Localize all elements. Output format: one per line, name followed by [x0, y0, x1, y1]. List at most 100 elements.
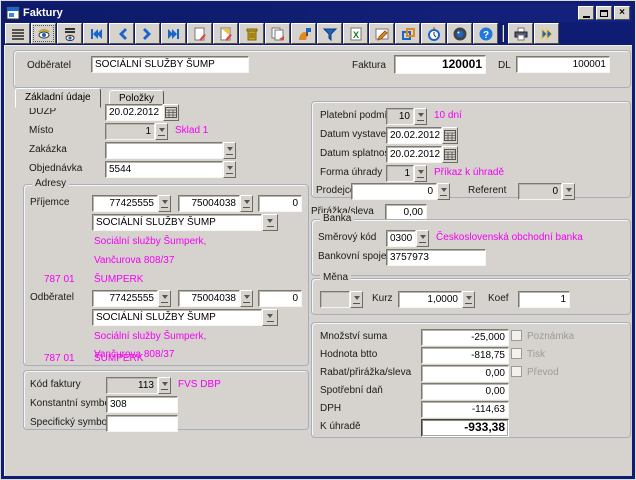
koef-input[interactable]: 1: [518, 291, 570, 308]
mena-currency-input[interactable]: [320, 291, 350, 308]
zakazka-spinner[interactable]: [223, 142, 236, 159]
prijemce-code3-input[interactable]: 0: [258, 195, 302, 212]
toolbar-next-record-button[interactable]: [135, 23, 160, 44]
misto-label: Místo: [29, 125, 53, 136]
toolbar-data-grid-button[interactable]: [5, 23, 30, 44]
objednavka-input[interactable]: 5544: [105, 161, 223, 178]
toolbar-browse-button[interactable]: [31, 23, 56, 44]
mena-currency-spinner[interactable]: [350, 291, 363, 308]
prijemce-code2-spinner[interactable]: [240, 195, 253, 212]
toolbar-print-button[interactable]: [508, 23, 533, 44]
toolbar-copy-record-button[interactable]: [265, 23, 290, 44]
konstantni-symbol-input[interactable]: 308: [106, 396, 178, 413]
tab-zakladni-udaje[interactable]: Základní údaje: [15, 88, 101, 108]
toolbar-attachments-button[interactable]: [395, 23, 420, 44]
toolbar-filter-button[interactable]: [317, 23, 342, 44]
bankovni-spojeni-input[interactable]: 3757973: [386, 249, 486, 266]
tisk-checkbox-label: Tisk: [527, 349, 545, 360]
datum-splatnosti-calendar-button[interactable]: [442, 146, 458, 163]
prevod-checkbox[interactable]: [511, 366, 522, 377]
dph-field: -114,63: [421, 401, 509, 418]
datum-vystaveni-calendar-button[interactable]: [442, 127, 458, 144]
specificky-symbol-label: Specifický symbol: [30, 417, 109, 428]
titlebar[interactable]: Faktury ×: [4, 4, 632, 22]
specificky-symbol-input[interactable]: [106, 415, 178, 432]
zakazka-input[interactable]: [105, 142, 223, 159]
prodejce-input[interactable]: 0: [351, 183, 437, 200]
toolbar-first-record-button[interactable]: [83, 23, 108, 44]
toolbar-snapshot-button[interactable]: [447, 23, 472, 44]
odberatel-code1-spinner[interactable]: [158, 290, 171, 307]
toolbar-view-button[interactable]: [57, 23, 82, 44]
toolbar-edit-record-button[interactable]: [213, 23, 238, 44]
odberatel-code2-spinner[interactable]: [240, 290, 253, 307]
calendar-icon: [444, 149, 456, 160]
odberatel-header-input[interactable]: SOCIÁLNÍ SLUŽBY ŠUMP: [91, 56, 249, 73]
referent-spinner[interactable]: [562, 183, 575, 200]
duzp-input[interactable]: 20.02.2012: [105, 104, 163, 121]
toolbar-post-record-button[interactable]: [291, 23, 316, 44]
datum-vystaveni-label: Datum vystavení: [320, 129, 394, 140]
prodejce-spinner[interactable]: [437, 183, 450, 200]
misto-hint: Sklad 1: [175, 125, 208, 136]
odberatel-code3-input[interactable]: 0: [258, 290, 302, 307]
minimize-button[interactable]: [578, 6, 594, 20]
poznamka-checkbox[interactable]: [511, 330, 522, 341]
odberatel-code2-input[interactable]: 75004038: [178, 290, 240, 307]
next-record-icon: [140, 26, 156, 42]
prijemce-code2-input[interactable]: 75004038: [178, 195, 240, 212]
tisk-checkbox[interactable]: [511, 348, 522, 359]
maximize-button[interactable]: [596, 6, 612, 20]
toolbar-notes-button[interactable]: [369, 23, 394, 44]
smerovy-kod-input[interactable]: 0300: [386, 230, 416, 247]
toolbar-delete-record-button[interactable]: [239, 23, 264, 44]
close-button[interactable]: ×: [614, 6, 630, 20]
toolbar-history-button[interactable]: [421, 23, 446, 44]
odberatel-name-input[interactable]: SOCIÁLNÍ SLUŽBY ŠUMP: [92, 309, 262, 326]
objednavka-label: Objednávka: [29, 163, 82, 174]
prijemce-name-dropdown[interactable]: [262, 214, 278, 231]
odberatel-name-dropdown[interactable]: [262, 309, 278, 326]
bankovni-spojeni-label: Bankovní spojení: [318, 251, 395, 262]
odberatel-code1-input[interactable]: 77425555: [92, 290, 158, 307]
kod-faktury-input[interactable]: 113: [106, 377, 158, 394]
odberatel-header-label: Odběratel: [27, 60, 71, 71]
forma-uhrady-label: Forma úhrady: [320, 167, 382, 178]
objednavka-spinner[interactable]: [223, 161, 236, 178]
view-icon: [62, 26, 78, 42]
misto-input[interactable]: 1: [105, 123, 155, 140]
toolbar-help-button[interactable]: ?: [473, 23, 498, 44]
prijemce-name-input[interactable]: SOCIÁLNÍ SLUŽBY ŠUMP: [92, 214, 262, 231]
prijemce-code1-input[interactable]: 77425555: [92, 195, 158, 212]
svg-text:X: X: [352, 30, 358, 40]
last-record-icon: [166, 26, 182, 42]
toolbar-more-tools-button[interactable]: [534, 23, 559, 44]
kod-faktury-spinner[interactable]: [158, 377, 171, 394]
misto-spinner[interactable]: [155, 123, 168, 140]
smerovy-kod-spinner[interactable]: [416, 230, 429, 247]
filter-icon: [322, 26, 338, 42]
datum-splatnosti-input[interactable]: 20.02.2012: [386, 146, 442, 163]
prevod-checkbox-label: Převod: [527, 367, 559, 378]
kurz-input[interactable]: 1,0000: [398, 291, 462, 308]
toolbar-export-excel-button[interactable]: X: [343, 23, 368, 44]
datum-vystaveni-input[interactable]: 20.02.2012: [386, 127, 442, 144]
platebni-podminka-spinner[interactable]: [414, 108, 427, 125]
forma-uhrady-spinner[interactable]: [414, 165, 427, 182]
dl-number-field[interactable]: 100001: [516, 56, 610, 73]
zakazka-label: Zakázka: [29, 144, 67, 155]
forma-uhrady-input[interactable]: 1: [386, 165, 414, 182]
odberatel-section-label: Odběratel: [30, 292, 74, 303]
toolbar-previous-record-button[interactable]: [109, 23, 134, 44]
minimize-icon: [583, 16, 590, 18]
prijemce-code1-spinner[interactable]: [158, 195, 171, 212]
faktura-number-field[interactable]: 120001: [394, 55, 486, 74]
print-icon: [513, 26, 529, 42]
toolbar-new-record-button[interactable]: [187, 23, 212, 44]
duzp-calendar-button[interactable]: [163, 104, 179, 121]
kurz-spinner[interactable]: [462, 291, 475, 308]
platebni-podminka-input[interactable]: 10: [386, 108, 414, 125]
hodnota-btto-label: Hodnota btto: [320, 349, 377, 360]
referent-input[interactable]: 0: [518, 183, 562, 200]
toolbar-last-record-button[interactable]: [161, 23, 186, 44]
